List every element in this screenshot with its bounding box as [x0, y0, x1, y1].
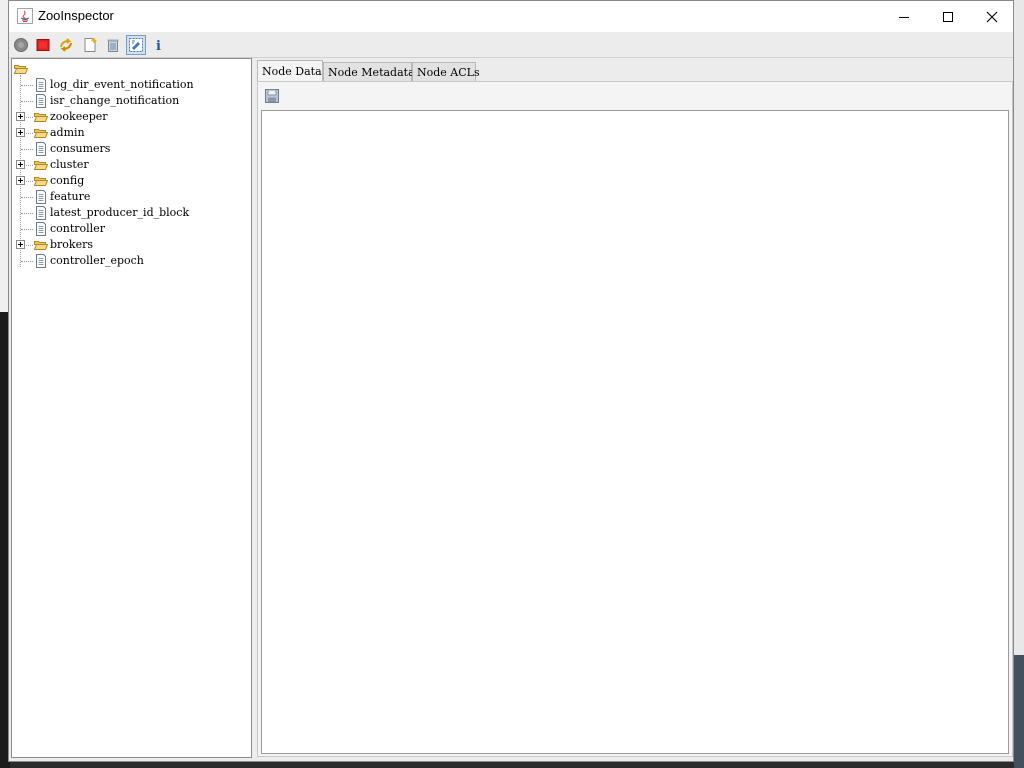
tree-connector [21, 229, 33, 230]
tree-item-label: controller_epoch [50, 254, 144, 267]
minimize-icon [899, 16, 909, 18]
expand-toggle-icon[interactable] [16, 176, 25, 185]
tree-item-isr-change-notification[interactable]: isr_change_notification [12, 93, 248, 109]
node-data-toolbar [258, 82, 1012, 109]
tree-item-controller-epoch[interactable]: controller_epoch [12, 253, 248, 269]
close-icon [986, 11, 998, 22]
tree-item-label: controller [50, 222, 105, 235]
file-icon [36, 78, 46, 92]
tree-connector [21, 101, 33, 102]
close-button[interactable] [969, 1, 1015, 32]
tree-item-cluster[interactable]: cluster [12, 157, 248, 173]
disconnect-icon [36, 39, 50, 51]
file-icon [36, 142, 46, 156]
trash-icon [107, 39, 119, 52]
file-icon [36, 190, 46, 204]
connect-icon [14, 38, 28, 52]
node-viewers-button[interactable] [126, 35, 146, 55]
about-button[interactable]: i [149, 35, 169, 55]
tab-bar: Node Data Node Metadata Node ACLs [257, 60, 1013, 83]
folder-open-icon [14, 65, 28, 74]
tree-item-label: config [50, 174, 85, 187]
tree-item-consumers[interactable]: consumers [12, 141, 248, 157]
tree-item-zookeeper[interactable]: zookeeper [12, 109, 248, 125]
maximize-icon [943, 11, 953, 22]
add-node-button[interactable] [80, 35, 100, 55]
node-data-tab-content [257, 81, 1013, 757]
tree-item-config[interactable]: config [12, 173, 248, 189]
tree-connector [21, 197, 33, 198]
node-viewers-icon [129, 38, 143, 52]
tree-root[interactable] [12, 61, 248, 77]
tree-item-label: cluster [50, 158, 89, 171]
refresh-button[interactable] [56, 35, 76, 55]
tree-item-brokers[interactable]: brokers [12, 237, 248, 253]
node-tree[interactable]: log_dir_event_notification isr_change_not… [11, 58, 252, 758]
tree-item-label: zookeeper [50, 110, 108, 123]
background-window-edge-right [1014, 0, 1024, 768]
refresh-icon [60, 38, 72, 52]
tree-item-log-dir-event-notification[interactable]: log_dir_event_notification [12, 77, 248, 93]
tree-connector [21, 85, 33, 86]
expand-toggle-icon[interactable] [16, 160, 25, 169]
tree-connector [21, 213, 33, 214]
zooinspector-window: ZooInspector i log_dir_event_notificatio… [8, 0, 1014, 762]
save-icon[interactable] [264, 88, 280, 104]
tree-item-controller[interactable]: controller [12, 221, 248, 237]
info-icon: i [156, 39, 161, 53]
java-app-icon [17, 8, 33, 24]
expand-toggle-icon[interactable] [16, 240, 25, 249]
tree-item-label: log_dir_event_notification [50, 78, 194, 91]
add-node-icon [84, 38, 97, 52]
folder-icon [34, 113, 48, 122]
tree-item-admin[interactable]: admin [12, 125, 248, 141]
tab-node-metadata[interactable]: Node Metadata [323, 62, 415, 82]
folder-icon [34, 161, 48, 170]
folder-icon [34, 129, 48, 138]
tree-item-latest-producer-id-block[interactable]: latest_producer_id_block [12, 205, 248, 221]
tree-connector [21, 261, 33, 262]
folder-icon [34, 177, 48, 186]
tree-item-label: brokers [50, 238, 94, 251]
expand-toggle-icon[interactable] [16, 112, 25, 121]
tree-item-feature[interactable]: feature [12, 189, 248, 205]
tree-item-label: latest_producer_id_block [50, 206, 190, 219]
file-icon [36, 94, 46, 108]
file-icon [36, 254, 46, 268]
svg-text:i: i [156, 39, 161, 53]
expand-toggle-icon[interactable] [16, 128, 25, 137]
node-data-editor[interactable] [261, 110, 1009, 754]
maximize-button[interactable] [925, 1, 971, 32]
window-title: ZooInspector [38, 8, 114, 23]
folder-icon [34, 241, 48, 250]
tree-connector [21, 149, 33, 150]
minimize-button[interactable] [881, 1, 927, 32]
title-bar[interactable]: ZooInspector [9, 1, 1013, 32]
main-toolbar: i [9, 32, 1013, 58]
delete-node-button[interactable] [103, 35, 123, 55]
tree-item-label: admin [50, 126, 85, 139]
tab-node-data[interactable]: Node Data [257, 60, 323, 83]
tree-item-label: consumers [50, 142, 111, 155]
tree-item-label: feature [50, 190, 91, 203]
tree-item-label: isr_change_notification [50, 94, 180, 107]
file-icon [36, 222, 46, 236]
file-icon [36, 206, 46, 220]
connect-button[interactable] [11, 35, 31, 55]
tab-node-acls[interactable]: Node ACLs [412, 62, 480, 82]
disconnect-button[interactable] [33, 35, 53, 55]
node-details-panel: Node Data Node Metadata Node ACLs [255, 58, 1013, 759]
